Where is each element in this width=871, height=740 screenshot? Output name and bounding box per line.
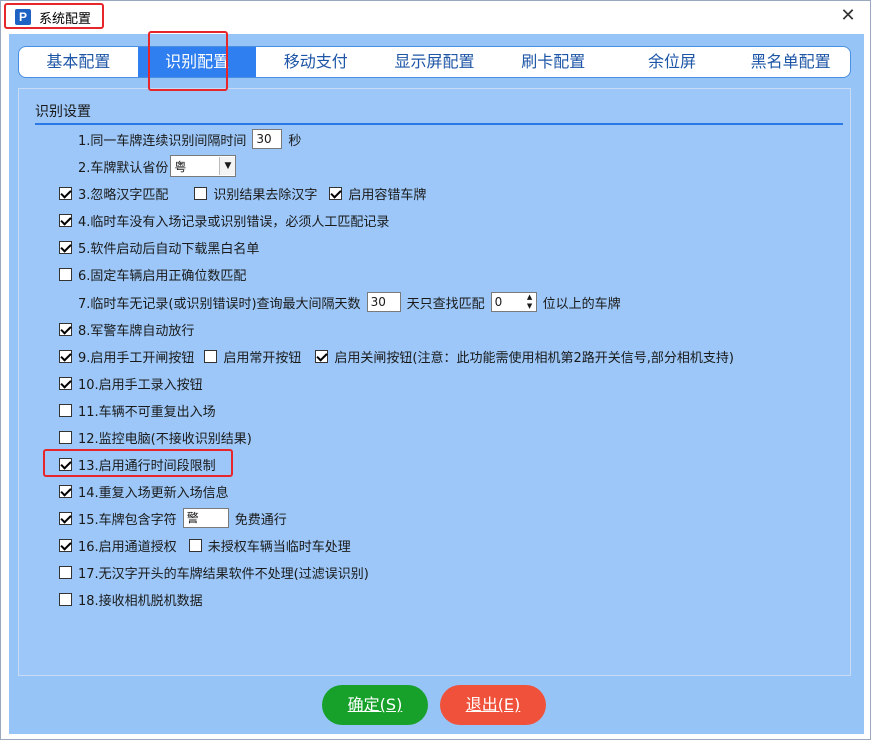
checkbox-fault-tolerant[interactable] bbox=[329, 186, 343, 200]
title-bar: P 系统配置 ✕ bbox=[1, 1, 870, 33]
close-icon[interactable]: ✕ bbox=[836, 5, 860, 27]
app-icon: P bbox=[15, 9, 31, 25]
setting-11-label: 11.车辆不可重复出入场 bbox=[78, 404, 216, 420]
recognition-settings-panel: 识别设置 1.同一车牌连续识别间隔时间 30 秒 2.车牌默认省份 粤 ▼ 3.… bbox=[18, 88, 851, 676]
setting-row-7: 7.临时车无记录(或识别错误时)查询最大间隔天数 30 天只查找匹配 0 ▲ ▼ … bbox=[59, 292, 621, 312]
setting-14-label: 14.重复入场更新入场信息 bbox=[78, 485, 229, 501]
checkbox-12[interactable] bbox=[59, 430, 72, 444]
always-open-label: 启用常开按钮 bbox=[223, 350, 302, 366]
checkbox-13[interactable] bbox=[59, 457, 72, 471]
setting-row-17: 17.无汉字开头的车牌结果软件不处理(过滤误识别) bbox=[59, 562, 369, 582]
setting-10-label: 10.启用手工录入按钮 bbox=[78, 377, 203, 393]
setting-row-16: 16.启用通道授权 未授权车辆当临时车处理 bbox=[59, 535, 351, 555]
setting-row-18: 18.接收相机脱机数据 bbox=[59, 589, 203, 609]
setting-4-label: 4.临时车没有入场记录或识别错误，必须人工匹配记录 bbox=[78, 214, 390, 230]
setting-row-14: 14.重复入场更新入场信息 bbox=[59, 481, 229, 501]
remove-chinese-label: 识别结果去除汉字 bbox=[213, 187, 318, 203]
checkbox-9[interactable] bbox=[59, 349, 72, 363]
setting-18-label: 18.接收相机脱机数据 bbox=[78, 593, 203, 609]
tab-space-screen[interactable]: 余位屏 bbox=[613, 47, 732, 77]
setting-row-6: 6.固定车辆启用正确位数匹配 bbox=[59, 264, 246, 284]
setting-7-mid: 天只查找匹配 bbox=[406, 296, 485, 312]
setting-row-12: 12.监控电脑(不接收识别结果) bbox=[59, 427, 252, 447]
setting-row-11: 11.车辆不可重复出入场 bbox=[59, 400, 216, 420]
window-title: 系统配置 bbox=[39, 12, 92, 27]
checkbox-11[interactable] bbox=[59, 403, 72, 417]
checkbox-always-open[interactable] bbox=[204, 349, 218, 363]
setting-3-label: 3.忽略汉字匹配 bbox=[78, 187, 169, 203]
chevron-down-icon: ▼ bbox=[219, 157, 236, 175]
client-area: 基本配置 识别配置 移动支付 显示屏配置 刷卡配置 余位屏 黑名单配置 识别设置… bbox=[9, 34, 864, 734]
interval-unit: 秒 bbox=[288, 133, 302, 149]
fault-tolerant-label: 启用容错车牌 bbox=[348, 187, 427, 203]
exit-button[interactable]: 退出(E) bbox=[440, 685, 546, 725]
setting-row-4: 4.临时车没有入场记录或识别错误，必须人工匹配记录 bbox=[59, 210, 389, 230]
tab-display[interactable]: 显示屏配置 bbox=[375, 47, 494, 77]
setting-2-label: 2.车牌默认省份 bbox=[78, 160, 169, 176]
exit-button-label: 退出(E) bbox=[465, 695, 521, 714]
setting-17-label: 17.无汉字开头的车牌结果软件不处理(过滤误识别) bbox=[78, 566, 369, 582]
checkbox-14[interactable] bbox=[59, 484, 72, 498]
interval-input[interactable]: 30 bbox=[252, 129, 283, 149]
checkbox-5[interactable] bbox=[59, 240, 72, 254]
setting-row-1: 1.同一车牌连续识别间隔时间 30 秒 bbox=[59, 129, 301, 149]
group-title: 识别设置 bbox=[35, 104, 91, 120]
setting-row-8: 8.军警车牌自动放行 bbox=[59, 319, 194, 339]
checkbox-close-gate[interactable] bbox=[315, 349, 329, 363]
setting-row-5: 5.软件启动后自动下载黑白名单 bbox=[59, 237, 259, 257]
setting-7-label: 7.临时车无记录(或识别错误时)查询最大间隔天数 bbox=[78, 296, 361, 312]
checkbox-15[interactable] bbox=[59, 511, 72, 525]
province-select[interactable]: 粤 ▼ bbox=[170, 155, 237, 177]
checkbox-4[interactable] bbox=[59, 213, 72, 227]
tab-mobile-pay[interactable]: 移动支付 bbox=[256, 47, 375, 77]
checkbox-16[interactable] bbox=[59, 538, 72, 552]
tab-bar: 基本配置 识别配置 移动支付 显示屏配置 刷卡配置 余位屏 黑名单配置 bbox=[18, 46, 851, 78]
setting-15-suffix: 免费通行 bbox=[234, 512, 287, 528]
setting-7-suffix: 位以上的车牌 bbox=[542, 296, 621, 312]
tab-basic[interactable]: 基本配置 bbox=[19, 47, 138, 77]
ok-button[interactable]: 确定(S) bbox=[322, 685, 428, 725]
setting-row-2: 2.车牌默认省份 粤 ▼ bbox=[59, 155, 237, 177]
checkbox-8[interactable] bbox=[59, 322, 72, 336]
unauthorized-temp-label: 未授权车辆当临时车处理 bbox=[207, 539, 351, 555]
tab-blacklist[interactable]: 黑名单配置 bbox=[731, 47, 850, 77]
setting-9-label: 9.启用手工开闸按钮 bbox=[78, 350, 195, 366]
setting-12-label: 12.监控电脑(不接收识别结果) bbox=[78, 431, 252, 447]
province-value: 粤 bbox=[174, 159, 187, 174]
ok-button-label: 确定(S) bbox=[347, 695, 403, 714]
group-divider bbox=[35, 123, 843, 125]
digits-stepper[interactable]: 0 ▲ ▼ bbox=[490, 292, 537, 312]
tab-recognition[interactable]: 识别配置 bbox=[137, 47, 257, 77]
checkbox-18[interactable] bbox=[59, 592, 72, 606]
setting-13-label: 13.启用通行时间段限制 bbox=[78, 458, 216, 474]
checkbox-6[interactable] bbox=[59, 267, 72, 281]
checkbox-remove-chinese[interactable] bbox=[194, 186, 208, 200]
setting-6-label: 6.固定车辆启用正确位数匹配 bbox=[78, 268, 247, 284]
setting-row-9: 9.启用手工开闸按钮 启用常开按钮 启用关闸按钮(注意：此功能需使用相机第2路开… bbox=[59, 346, 734, 366]
checkbox-10[interactable] bbox=[59, 376, 72, 390]
max-days-input[interactable]: 30 bbox=[366, 292, 401, 312]
tab-card[interactable]: 刷卡配置 bbox=[494, 47, 613, 77]
setting-row-13: 13.启用通行时间段限制 bbox=[59, 454, 216, 474]
close-gate-label: 启用关闸按钮(注意：此功能需使用相机第2路开关信号,部分相机支持) bbox=[334, 350, 734, 366]
plate-char-input[interactable]: 警 bbox=[182, 508, 229, 528]
config-window: P 系统配置 ✕ 基本配置 识别配置 移动支付 显示屏配置 刷卡配置 余位屏 黑… bbox=[0, 0, 871, 740]
setting-16-label: 16.启用通道授权 bbox=[78, 539, 177, 555]
setting-row-3: 3.忽略汉字匹配 识别结果去除汉字 启用容错车牌 bbox=[59, 183, 426, 203]
checkbox-3[interactable] bbox=[59, 186, 72, 200]
checkbox-unauthorized-temp[interactable] bbox=[188, 538, 202, 552]
checkbox-17[interactable] bbox=[59, 565, 72, 579]
setting-15-label: 15.车牌包含字符 bbox=[78, 512, 177, 528]
setting-row-10: 10.启用手工录入按钮 bbox=[59, 373, 203, 393]
setting-8-label: 8.军警车牌自动放行 bbox=[78, 323, 195, 339]
spinner-arrows-icon[interactable]: ▲ ▼ bbox=[524, 293, 536, 311]
setting-row-15: 15.车牌包含字符 警 免费通行 bbox=[59, 508, 287, 528]
setting-1-label: 1.同一车牌连续识别间隔时间 bbox=[78, 133, 247, 149]
setting-5-label: 5.软件启动后自动下载黑白名单 bbox=[78, 241, 260, 257]
digits-value: 0 bbox=[494, 295, 503, 309]
